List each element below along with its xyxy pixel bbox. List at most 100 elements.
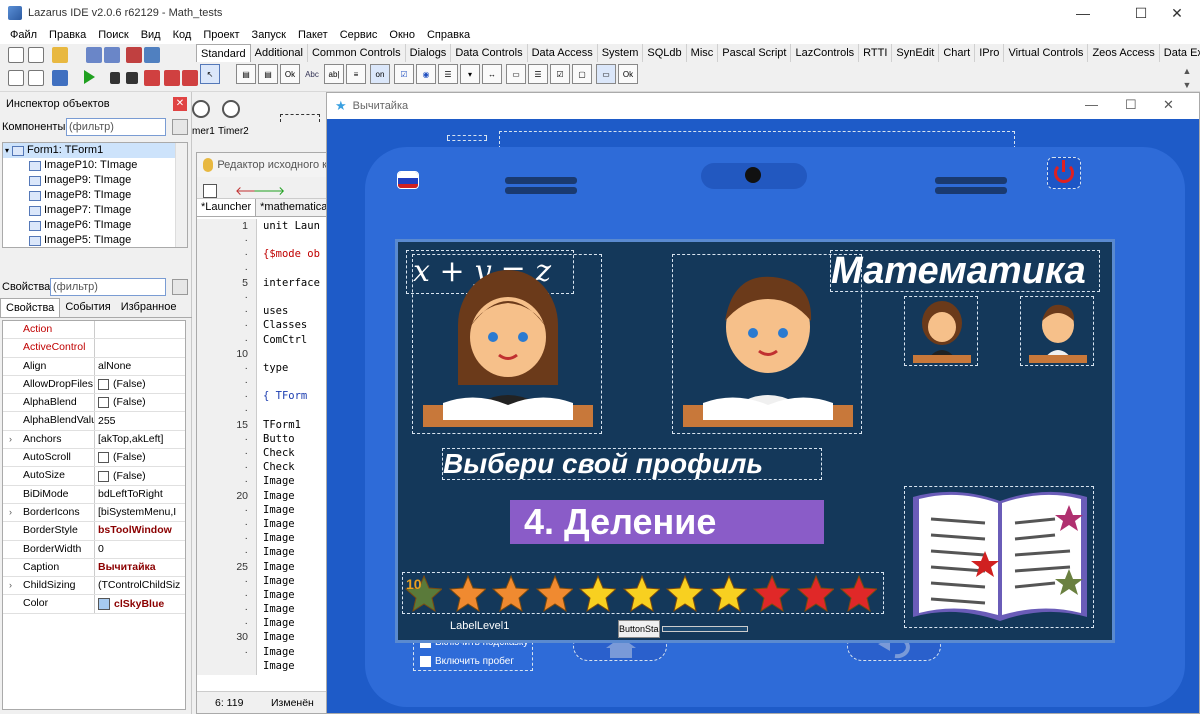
component-tree[interactable]: ▾ Form1: TForm1 ImageP10: TImage ImageP9:… [2,142,188,248]
property-row[interactable]: BorderStyle bsToolWindow [3,522,185,541]
tcheckbox-icon[interactable]: ☑ [394,64,414,84]
form-maximize-button[interactable]: ☐ [1125,97,1137,113]
tradiogroup-icon[interactable]: ☰ [528,64,548,84]
star-icon[interactable] [448,574,486,612]
step-over-icon[interactable] [164,70,180,86]
build-mode-icon[interactable] [52,70,68,86]
palette-tab-misc[interactable]: Misc [687,44,719,62]
start-button[interactable]: ButtonStar [618,620,660,638]
step-out-icon[interactable] [182,70,198,86]
inspector-close-icon[interactable]: ✕ [173,97,187,111]
star-icon[interactable] [622,574,660,612]
palette-tab-ipro[interactable]: IPro [975,44,1005,62]
palette-tab-zeos-access[interactable]: Zeos Access [1088,44,1160,62]
components-filter-input[interactable]: (фильтр) [66,118,166,136]
property-row[interactable]: ActiveControl [3,339,185,358]
property-checkbox[interactable] [98,379,109,391]
tpopupmenu-icon[interactable]: ▤ [258,64,278,84]
timer1-icon[interactable] [192,100,210,118]
property-checkbox[interactable] [98,452,109,464]
tmemo-icon[interactable]: ≡ [346,64,366,84]
trial-checkbox[interactable]: Включить пробег [420,656,514,667]
menu-edit[interactable]: Правка [43,29,92,41]
property-row[interactable]: AlphaBlend (False) [3,394,185,413]
toggle-view-icon[interactable] [28,70,44,86]
property-value[interactable] [95,339,185,356]
property-value[interactable]: [akTop,akLeft] [95,431,185,448]
menu-code[interactable]: Код [167,29,198,41]
property-checkbox[interactable] [98,397,109,409]
progress-track[interactable] [662,626,748,632]
property-row[interactable]: AutoScroll (False) [3,449,185,468]
boy-small-image[interactable] [1020,296,1094,366]
tree-item[interactable]: ImageP10: TImage [3,158,187,173]
tscrollbar-icon[interactable]: ↔ [482,64,502,84]
palette-tab-pascal-script[interactable]: Pascal Script [718,44,792,62]
power-button[interactable] [1047,157,1081,189]
form-minimize-button[interactable]: — [1085,97,1098,112]
tgroupbox-icon[interactable]: ▭ [506,64,526,84]
property-value[interactable]: bsToolWindow [95,522,185,539]
menu-file[interactable]: Файл [4,29,43,41]
menu-window[interactable]: Окно [383,29,421,41]
tactionlist-icon[interactable]: Ok [618,64,638,84]
timer2-icon[interactable] [222,100,240,118]
tab-launcher[interactable]: *Launcher [197,199,257,216]
property-value[interactable]: clSkyBlue [95,595,185,612]
new-form-icon[interactable] [28,47,44,63]
star-icon[interactable] [665,574,703,612]
tbutton-icon[interactable]: Ok [280,64,300,84]
property-row[interactable]: Action [3,321,185,340]
book-image[interactable] [904,486,1094,628]
palette-tab-virtual-controls[interactable]: Virtual Controls [1004,44,1089,62]
pause-icon[interactable] [110,72,120,84]
editor-menu-icon[interactable] [203,184,217,198]
girl-profile-image[interactable] [412,254,602,434]
code-area[interactable]: unit Laun {$mode ob interface uses Classes … [259,219,329,675]
star-icon[interactable] [839,574,877,612]
property-value[interactable]: [biSystemMenu,I [95,504,185,521]
property-row[interactable]: BiDiMode bdLeftToRight [3,485,185,504]
clear-props-filter-icon[interactable] [172,279,188,295]
stop-icon[interactable] [126,72,138,84]
tab-properties[interactable]: Свойства [0,298,61,317]
property-row[interactable]: BorderWidth 0 [3,540,185,559]
palette-tab-dialogs[interactable]: Dialogs [406,44,452,62]
menu-package[interactable]: Пакет [292,29,334,41]
property-row[interactable]: AllowDropFiles (False) [3,375,185,395]
palette-tab-data-export[interactable]: Data Expo [1160,44,1200,62]
pointer-tool-icon[interactable]: ↖ [200,64,220,84]
palette-tab-common-controls[interactable]: Common Controls [308,44,406,62]
minimize-button[interactable]: — [1060,0,1106,26]
save-all-icon[interactable] [104,47,120,63]
property-value[interactable]: 0 [95,541,185,558]
property-value[interactable]: (False) [95,376,185,393]
property-row[interactable]: AutoSize (False) [3,467,185,486]
subject-title[interactable]: Математика [830,250,1100,292]
star-icon[interactable] [796,574,834,612]
girl-small-image[interactable] [904,296,978,366]
clear-filter-icon[interactable] [172,119,188,135]
menu-tools[interactable]: Сервис [334,29,384,41]
tlistbox-icon[interactable]: ☰ [438,64,458,84]
palette-tab-lazcontrols[interactable]: LazControls [791,44,860,62]
property-value[interactable] [95,321,185,338]
tree-item[interactable]: ImageP7: TImage [3,203,187,218]
view-forms-icon[interactable] [8,70,24,86]
star-icon[interactable] [709,574,747,612]
property-row[interactable]: Color clSkyBlue [3,595,185,614]
star-icon[interactable] [491,574,529,612]
tframe-icon[interactable]: ▭ [596,64,616,84]
menu-project[interactable]: Проект [197,29,245,41]
tcombobox-icon[interactable]: ▾ [460,64,480,84]
property-checkbox[interactable] [98,470,109,482]
palette-tab-data-access[interactable]: Data Access [528,44,598,62]
property-value[interactable]: (TControlChildSiz [95,577,185,594]
palette-tab-additional[interactable]: Additional [251,44,308,62]
menu-view[interactable]: Вид [135,29,167,41]
tree-item[interactable]: ImageP6: TImage [3,218,187,233]
trial-checkbox-box[interactable] [420,656,431,667]
property-value[interactable]: bdLeftToRight [95,486,185,503]
menu-search[interactable]: Поиск [92,29,134,41]
russian-flag-icon[interactable] [397,171,419,189]
